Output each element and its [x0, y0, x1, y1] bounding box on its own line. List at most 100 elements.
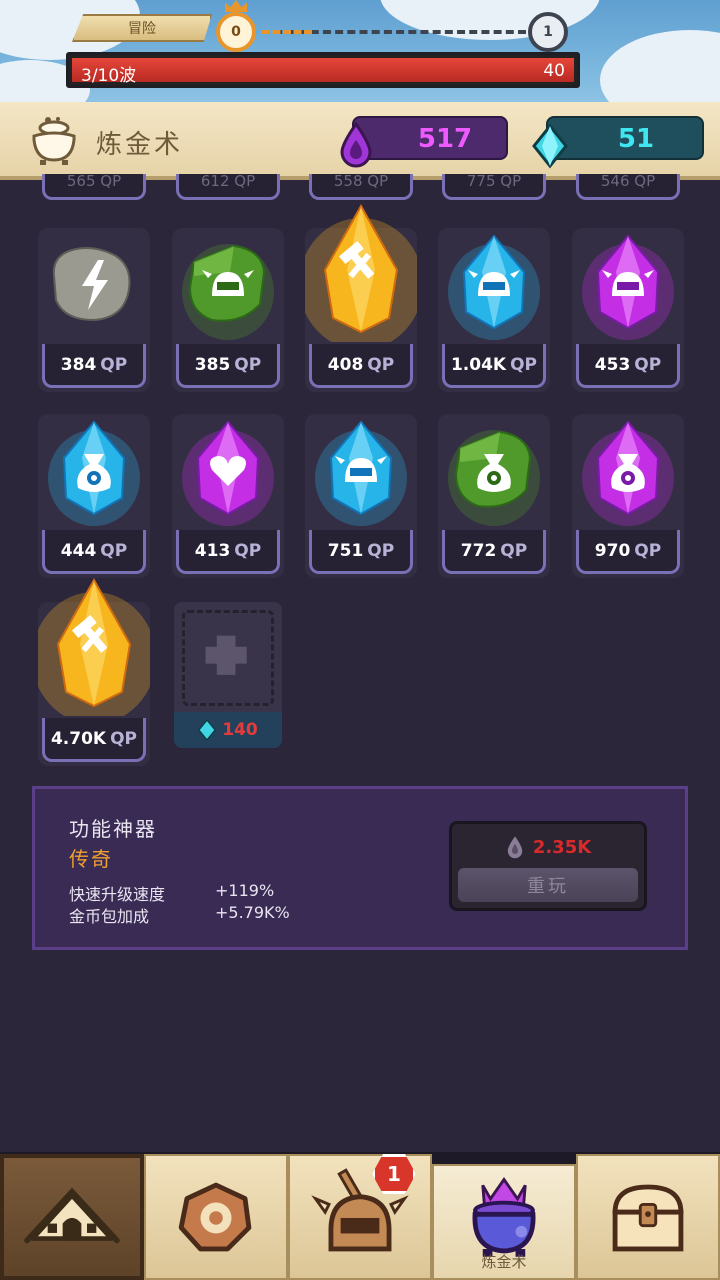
artifact-qp: 453 QP [576, 344, 680, 388]
artifact-qp-partial: 546 QP [576, 174, 680, 200]
artifact-slot[interactable]: 385 QP [172, 228, 284, 392]
add-slot-frame [182, 610, 274, 706]
knight-helmet-icon [315, 420, 407, 526]
qp-unit: QP [510, 354, 538, 375]
qp-value: 772 [460, 540, 497, 561]
page-title: 炼金术 [96, 130, 184, 160]
qp-unit: QP [100, 354, 128, 375]
artifact-qp: 385 QP [176, 344, 280, 388]
gem-icon [198, 719, 217, 741]
elixir-drop-icon [506, 834, 524, 860]
artifact-grid: 565 QP 612 QP 558 QP 775 QP 546 QP 384 QP 385… [0, 174, 720, 772]
elixir-value: 517 [417, 124, 473, 154]
hammer-icon [38, 577, 150, 716]
add-slot-cost-value: 140 [222, 720, 258, 740]
artifact-slot[interactable]: 384 QP [38, 228, 150, 392]
plus-icon [205, 635, 247, 675]
qp-value: 408 [327, 354, 364, 375]
nav-tab-relics[interactable] [144, 1154, 288, 1280]
qp-value: 413 [194, 540, 231, 561]
nav-tab-camp[interactable] [0, 1154, 144, 1280]
qp-unit: QP [234, 354, 262, 375]
artifact-slot[interactable]: 444 QP [38, 414, 150, 578]
hammer-icon [305, 203, 417, 342]
artifact-rarity: 传奇 [69, 847, 113, 871]
top-progress-area: 冒险 0 1 3/10波 40 [0, 0, 720, 104]
replay-cost-value: 2.35K [532, 836, 592, 858]
money-bag-icon [582, 420, 674, 526]
stat-value: +119% [215, 881, 275, 900]
qp-unit: QP [367, 354, 395, 375]
artifact-slot[interactable]: 1.04K QP [438, 228, 550, 392]
lightning-stone-icon [52, 247, 131, 322]
artifact-info-panel: 功能神器 传奇 快速升级速度 +119% 金币包加成 +5.79K% 2.35K… [32, 786, 688, 950]
knight-helmet-icon [582, 234, 674, 340]
add-slot-button[interactable]: 140 [174, 602, 282, 748]
money-bag-icon [448, 430, 540, 526]
wave-label: 3/10波 [81, 66, 137, 86]
adventure-tab[interactable]: 冒险 [72, 14, 212, 42]
add-slot-cost: 140 [174, 712, 282, 748]
qp-value: 453 [594, 354, 631, 375]
artifact-slot[interactable]: 4.70K QP [38, 577, 150, 766]
qp-value: 385 [194, 354, 231, 375]
nav-label: 炼金术 [481, 1253, 527, 1271]
qp-unit: QP [367, 540, 395, 561]
wave-bar-fill [72, 58, 574, 82]
tent-icon [24, 1187, 120, 1244]
qp-value: 970 [594, 540, 631, 561]
artifact-qp: 970 QP [576, 530, 680, 574]
artifact-qp-partial: 775 QP [442, 174, 546, 200]
gem-counter: 51 [532, 116, 704, 169]
qp-value: 384 [60, 354, 97, 375]
stage-node-current: 0 [216, 12, 256, 52]
nav-tab-heroes[interactable]: 1 [288, 1154, 432, 1280]
knight-helmet-icon [182, 244, 274, 340]
qp-unit: QP [234, 540, 262, 561]
stage-progress-done [262, 30, 312, 34]
replay-button[interactable]: 重玩 [458, 868, 638, 902]
artifact-slot[interactable]: 453 QP [572, 228, 684, 392]
stat-row: 快速升级速度 +119% [69, 881, 274, 905]
replay-cost: 2.35K [458, 830, 638, 864]
artifact-qp: 1.04K QP [442, 344, 546, 388]
bottom-nav: 1 炼金术 [0, 1152, 720, 1280]
artifact-qp: 384 QP [42, 344, 146, 388]
artifact-qp: 751 QP [309, 530, 413, 574]
knight-helmet-icon [448, 234, 540, 340]
alchemy-header: 炼金术 517 51 [0, 102, 720, 180]
artifact-qp: 413 QP [176, 530, 280, 574]
qp-unit: QP [110, 728, 138, 749]
artifact-slot[interactable]: 751 QP [305, 414, 417, 578]
artifact-slot[interactable]: 970 QP [572, 414, 684, 578]
treasure-chest-icon [612, 1184, 684, 1252]
artifact-qp: 408 QP [309, 344, 413, 388]
qp-unit: QP [500, 540, 528, 561]
wave-health-bar: 3/10波 40 [66, 52, 580, 88]
nav-tab-chest[interactable] [576, 1154, 720, 1280]
artifact-qp: 772 QP [442, 530, 546, 574]
qp-value: 751 [327, 540, 364, 561]
artifact-slot[interactable]: 413 QP [172, 414, 284, 578]
artifact-slot[interactable]: 772 QP [438, 414, 550, 578]
artifact-name: 功能神器 [69, 817, 157, 841]
artifact-qp-partial: 565 QP [42, 174, 146, 200]
elixir-counter: 517 [340, 116, 508, 168]
artifact-slot[interactable]: 408 QP [305, 203, 417, 392]
replay-box: 2.35K 重玩 [449, 821, 647, 911]
qp-value: 444 [60, 540, 97, 561]
qp-unit: QP [100, 540, 128, 561]
qp-value: 4.70K [50, 728, 107, 749]
gem-value: 51 [617, 124, 655, 154]
cloud [600, 30, 720, 104]
qp-unit: QP [634, 354, 662, 375]
crown-icon [225, 0, 247, 12]
stat-label: 金币包加成 [69, 907, 150, 926]
artifact-qp-partial: 612 QP [176, 174, 280, 200]
artifact-qp: 4.70K QP [42, 718, 146, 762]
cauldron-icon [32, 117, 76, 165]
stat-value: +5.79K% [215, 903, 290, 922]
stat-row: 金币包加成 +5.79K% [69, 903, 290, 927]
nav-tab-alchemy[interactable]: 炼金术 [432, 1164, 576, 1280]
relic-stone-icon [178, 1182, 252, 1252]
